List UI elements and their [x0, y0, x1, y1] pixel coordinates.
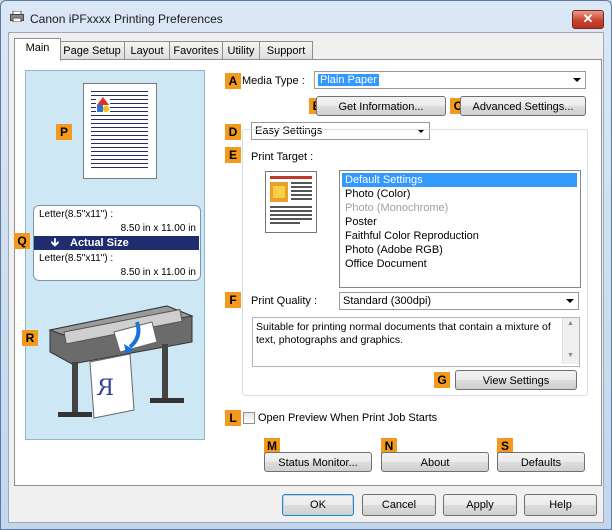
marker-l: L — [225, 410, 241, 426]
window-title: Canon iPFxxxx Printing Preferences — [30, 12, 223, 26]
list-item[interactable]: Photo (Color) — [342, 187, 577, 201]
marker-g: G — [434, 372, 450, 388]
print-quality-value: Standard (300dpi) — [343, 295, 432, 307]
ok-button[interactable]: OK — [282, 494, 354, 516]
marker-a: A — [225, 73, 241, 89]
svg-text:R: R — [96, 376, 114, 401]
chevron-down-icon — [573, 78, 581, 82]
paper-dims-bottom: 8.50 in x 11.00 in — [120, 267, 196, 278]
print-quality-select[interactable]: Standard (300dpi) — [339, 292, 579, 310]
open-preview-checkbox[interactable] — [243, 412, 255, 424]
cancel-button[interactable]: Cancel — [362, 494, 436, 516]
list-item[interactable]: Photo (Adobe RGB) — [342, 243, 577, 257]
tab-support[interactable]: Support — [259, 41, 313, 60]
scroll-down-icon[interactable]: ▼ — [567, 352, 574, 359]
page-image-icon — [96, 96, 110, 114]
marker-r: R — [22, 330, 38, 346]
status-monitor-button[interactable]: Status Monitor... — [264, 452, 372, 472]
print-quality-label: Print Quality : — [251, 295, 318, 307]
tab-page-setup[interactable]: Page Setup — [59, 41, 125, 60]
close-button[interactable]: ✕ — [572, 10, 604, 29]
actual-size-label: Actual Size — [70, 237, 129, 249]
media-type-select[interactable]: Plain Paper — [314, 71, 586, 89]
marker-d: D — [225, 124, 241, 140]
marker-q: Q — [14, 233, 30, 249]
description-scrollbar[interactable]: ▲ ▼ — [562, 318, 579, 364]
list-item[interactable]: Default Settings — [342, 173, 577, 187]
tab-layout[interactable]: Layout — [124, 41, 170, 60]
media-type-label: Media Type : — [242, 75, 305, 87]
arrow-down-icon: 🡳 — [51, 237, 59, 249]
tab-utility[interactable]: Utility — [222, 41, 260, 60]
marker-e: E — [225, 147, 241, 163]
tab-favorites[interactable]: Favorites — [169, 41, 223, 60]
paper-label-top: Letter(8.5"x11") : — [39, 209, 114, 220]
list-item[interactable]: Office Document — [342, 257, 577, 271]
help-button[interactable]: Help — [524, 494, 597, 516]
actual-size-bar: 🡳 Actual Size — [34, 236, 199, 250]
chevron-down-icon — [566, 299, 574, 303]
advanced-settings-button[interactable]: Advanced Settings... — [460, 96, 586, 116]
large-format-printer-icon: R — [48, 305, 194, 419]
description-box: Suitable for printing normal documents t… — [252, 317, 580, 367]
tab-main[interactable]: Main — [14, 38, 61, 61]
apply-button[interactable]: Apply — [443, 494, 517, 516]
list-item: Photo (Monochrome) — [345, 202, 449, 214]
media-type-value: Plain Paper — [318, 74, 379, 86]
document-preview-icon — [270, 176, 312, 224]
view-settings-button[interactable]: View Settings — [455, 370, 577, 390]
list-item[interactable]: Faithful Color Reproduction — [342, 229, 577, 243]
about-button[interactable]: About — [381, 452, 489, 472]
scroll-up-icon[interactable]: ▲ — [567, 320, 574, 327]
page-preview — [83, 83, 157, 179]
print-target-list[interactable]: Default Settings Photo (Color) Photo (Mo… — [339, 170, 581, 288]
paper-label-bottom: Letter(8.5"x11") : — [39, 253, 114, 264]
defaults-button[interactable]: Defaults — [497, 452, 585, 472]
list-item[interactable]: Poster — [342, 215, 577, 229]
print-target-thumbnail — [265, 171, 317, 233]
get-information-button[interactable]: Get Information... — [316, 96, 446, 116]
marker-p: P — [56, 124, 72, 140]
paper-dims-top: 8.50 in x 11.00 in — [120, 223, 196, 234]
print-target-label: Print Target : — [251, 151, 314, 163]
description-text: Suitable for printing normal documents t… — [256, 321, 551, 346]
marker-f: F — [225, 292, 241, 308]
title-bar: Canon iPFxxxx Printing Preferences ✕ — [1, 1, 611, 33]
printer-icon — [10, 11, 24, 22]
open-preview-label[interactable]: Open Preview When Print Job Starts — [258, 412, 437, 424]
